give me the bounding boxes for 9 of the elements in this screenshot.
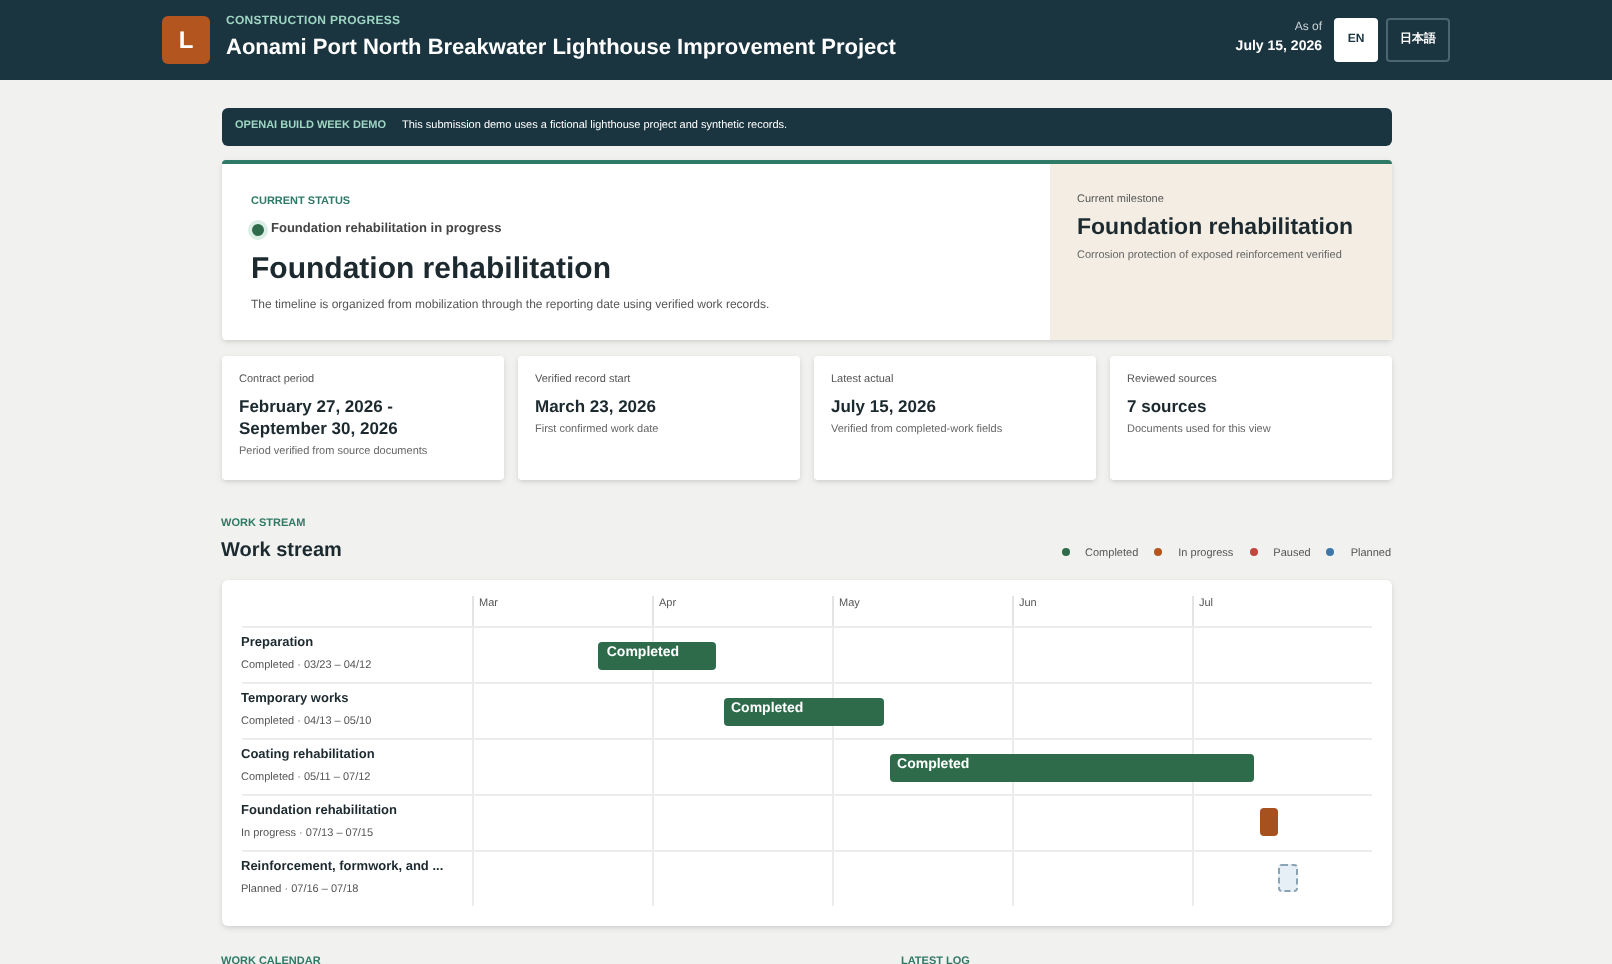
project-title: Aonami Port North Breakwater Lighthouse Improvement Project xyxy=(226,34,896,65)
stat-value: March 23, 2026 xyxy=(535,396,658,419)
section-title: Work stream xyxy=(221,538,342,567)
milestone-title: Foundation rehabilitation xyxy=(1077,214,1355,245)
status-heading: Foundation rehabilitation xyxy=(251,250,613,290)
logo-badge: L xyxy=(162,16,210,64)
stat-value: 7 sources xyxy=(1127,396,1209,419)
stat-value: July 15, 2026 xyxy=(831,396,938,419)
stat-value: February 27, 2026 - September 30, 2026 xyxy=(239,396,400,441)
